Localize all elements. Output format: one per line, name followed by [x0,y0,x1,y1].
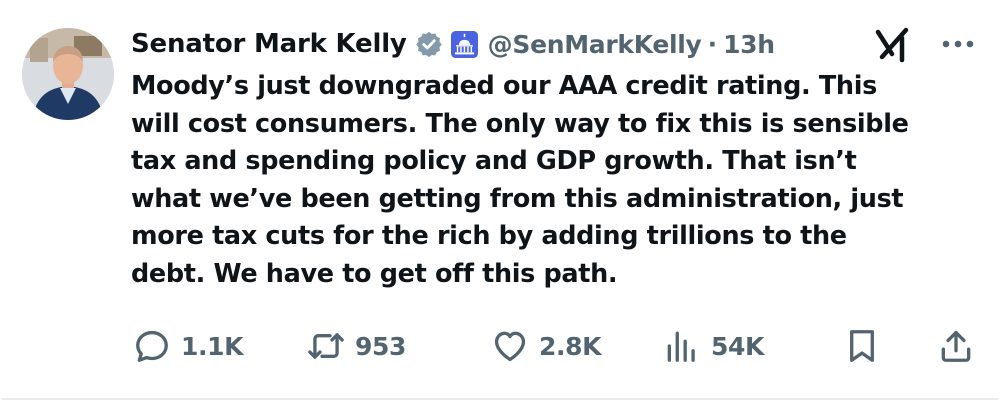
share-button[interactable] [937,320,975,372]
avatar-photo [22,28,114,120]
grok-icon[interactable] [872,24,914,66]
heart-icon [494,331,526,362]
views-button[interactable]: 54K [663,320,764,372]
reply-count: 1.1K [181,331,244,361]
avatar[interactable] [22,28,114,120]
divider [2,398,998,400]
more-options-icon[interactable] [940,32,976,56]
repost-count: 953 [355,331,406,361]
repost-button[interactable]: 953 [307,320,406,372]
share-icon [941,330,971,362]
like-button[interactable]: 2.8K [491,320,601,372]
tweet-header: Senator Mark Kelly @SenMarkKelly · 13h [131,22,775,66]
views-chart-icon [667,331,695,362]
like-count: 2.8K [539,331,602,361]
tweet[interactable]: Senator Mark Kelly @SenMarkKelly · 13h M… [0,0,1000,404]
author-handle[interactable]: @SenMarkKelly [488,30,702,59]
verified-badge-icon[interactable] [415,30,443,58]
reply-icon [136,330,168,362]
timestamp[interactable]: 13h [723,30,775,59]
bookmark-icon [850,330,874,362]
author-name[interactable]: Senator Mark Kelly [131,29,407,59]
tweet-actions: 1.1K 953 2.8K 54K [131,320,981,372]
reply-button[interactable]: 1.1K [133,320,243,372]
capitol-building-icon[interactable] [450,30,478,58]
repost-icon [308,333,344,359]
views-count: 54K [711,331,764,361]
tweet-text: Moody’s just downgraded our AAA credit r… [131,71,909,289]
separator-dot: · [707,29,718,59]
bookmark-button[interactable] [843,320,881,372]
